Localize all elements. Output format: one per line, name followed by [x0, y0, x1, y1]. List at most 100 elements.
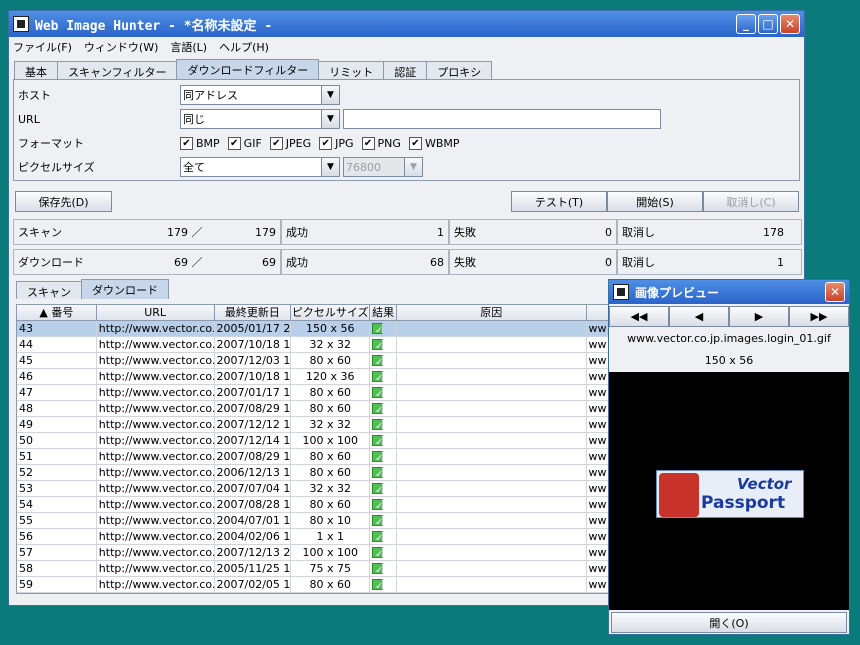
- format-row: フォーマット ✔ BMP ✔ GIF ✔ JPEG ✔ JPG ✔ PNG ✔ WBMP: [14, 131, 799, 155]
- settings-tabs: 基本 スキャンフィルター ダウンロードフィルター リミット 認証 プロキシ: [9, 59, 804, 79]
- cancel-button: 取消し(C): [703, 191, 799, 212]
- cell-url: http://www.vector.co...: [98, 417, 215, 432]
- pixel-label: ピクセルサイズ: [18, 161, 95, 174]
- success-check-icon: ✓: [372, 355, 384, 366]
- menu-window[interactable]: ウィンドウ(W): [84, 39, 158, 55]
- success-check-icon: ✓: [372, 579, 384, 590]
- check-icon: ✔: [269, 136, 283, 150]
- tab-auth[interactable]: 認証: [383, 61, 428, 79]
- col-modified[interactable]: 最終更新日: [215, 305, 292, 320]
- format-png-checkbox[interactable]: ✔ PNG: [361, 136, 401, 150]
- start-button[interactable]: 開始(S): [607, 191, 703, 212]
- last-button[interactable]: ▶▶: [789, 306, 849, 327]
- format-gif-checkbox[interactable]: ✔ GIF: [227, 136, 262, 150]
- close-button[interactable]: ✕: [780, 14, 800, 34]
- url-row: URL 同じ ▼: [14, 107, 799, 131]
- cell-pixel-size: 80 x 60: [291, 385, 371, 400]
- format-jpeg-checkbox[interactable]: ✔ JPEG: [269, 136, 311, 150]
- cell-modified: 2007/12/13 2...: [216, 545, 292, 560]
- pixel-size-combo: 76800 ▼: [343, 157, 423, 177]
- cell-url: http://www.vector.co...: [98, 385, 215, 400]
- cell-modified: 2004/02/06 1...: [216, 529, 292, 544]
- cell-reason: [397, 353, 587, 368]
- cell-reason: [397, 465, 587, 480]
- cell-url: http://www.vector.co...: [98, 561, 215, 576]
- download-cancel: 取消し 1: [622, 255, 784, 270]
- menu-help[interactable]: ヘルプ(H): [219, 39, 269, 55]
- first-button[interactable]: ◀◀: [609, 306, 669, 327]
- cell-reason: [397, 497, 587, 512]
- tab-download-filter[interactable]: ダウンロードフィルター: [176, 59, 320, 79]
- open-button[interactable]: 開く(O): [611, 612, 847, 633]
- prev-button[interactable]: ◀: [669, 306, 729, 327]
- col-url[interactable]: URL: [97, 305, 215, 320]
- cell-modified: 2007/12/14 1...: [216, 433, 292, 448]
- host-combo[interactable]: 同アドレス ▼: [180, 85, 340, 105]
- cell-url: http://www.vector.co...: [98, 369, 215, 384]
- col-reason[interactable]: 原因: [397, 305, 587, 320]
- preview-image-area: Vector Passport: [609, 372, 849, 610]
- cell-reason: [397, 529, 587, 544]
- tab-scan-filter[interactable]: スキャンフィルター: [57, 61, 178, 79]
- col-result[interactable]: 結果: [370, 305, 398, 320]
- menu-file[interactable]: ファイル(F): [13, 39, 72, 55]
- tab-scan[interactable]: スキャン: [16, 281, 82, 299]
- cell-pixel-size: 150 x 56: [291, 321, 371, 336]
- format-jpg-checkbox[interactable]: ✔ JPG: [319, 136, 354, 150]
- menu-language[interactable]: 言語(L): [170, 39, 207, 55]
- save-location-button[interactable]: 保存先(D): [15, 191, 112, 212]
- download-success: 成功 68: [282, 250, 450, 274]
- check-icon: ✔: [180, 136, 193, 150]
- tab-download[interactable]: ダウンロード: [81, 279, 169, 299]
- success-check-icon: ✓: [372, 451, 384, 462]
- cell-reason: [397, 449, 587, 464]
- format-wbmp-checkbox[interactable]: ✔ WBMP: [408, 136, 459, 150]
- chevron-down-icon: ▼: [321, 86, 339, 104]
- tab-proxy[interactable]: プロキシ: [426, 61, 493, 79]
- cell-modified: 2007/08/29 1...: [216, 401, 292, 416]
- cell-modified: 2007/08/29 1...: [216, 449, 292, 464]
- col-number[interactable]: ▲ 番号: [17, 305, 97, 320]
- minimize-button[interactable]: _: [736, 14, 756, 34]
- tab-basic[interactable]: 基本: [14, 61, 58, 79]
- cell-pixel-size: 80 x 60: [291, 465, 371, 480]
- cell-pixel-size: 100 x 100: [291, 545, 371, 560]
- close-button[interactable]: ✕: [825, 282, 845, 302]
- result-cell: ✓: [370, 465, 398, 480]
- url-text-field[interactable]: [343, 109, 661, 129]
- check-icon: ✔: [361, 136, 375, 150]
- result-cell: ✓: [370, 369, 398, 384]
- maximize-button[interactable]: □: [758, 14, 778, 34]
- cell-modified: 2007/10/18 1...: [216, 369, 292, 384]
- result-cell: ✓: [370, 353, 398, 368]
- col-pixel-size[interactable]: ピクセルサイズ: [291, 305, 371, 320]
- scan-cancel: 取消し 178: [622, 225, 784, 240]
- result-cell: ✓: [370, 321, 398, 336]
- pixel-combo[interactable]: 全て ▼: [180, 157, 340, 177]
- cell-url: http://www.vector.co...: [98, 337, 215, 352]
- result-cell: ✓: [370, 481, 398, 496]
- main-titlebar[interactable]: Web Image Hunter - *名称未設定 - _ □ ✕: [9, 11, 804, 37]
- result-cell: ✓: [370, 497, 398, 512]
- cell-pixel-size: 80 x 60: [291, 577, 371, 592]
- preview-nav: ◀◀ ◀ ▶ ▶▶: [609, 306, 849, 328]
- success-check-icon: ✓: [372, 435, 384, 446]
- preview-titlebar[interactable]: 画像プレビュー ✕: [609, 280, 849, 304]
- success-check-icon: ✓: [372, 323, 384, 334]
- tab-limit[interactable]: リミット: [318, 61, 385, 79]
- test-button[interactable]: テスト(T): [511, 191, 607, 212]
- cell-number: 55: [17, 513, 97, 528]
- next-button[interactable]: ▶: [729, 306, 789, 327]
- check-icon: ✔: [319, 136, 333, 150]
- cell-reason: [397, 433, 587, 448]
- cell-modified: 2006/12/13 1...: [216, 465, 292, 480]
- result-tabs: スキャン ダウンロード: [11, 279, 169, 299]
- cell-number: 56: [17, 529, 97, 544]
- url-combo[interactable]: 同じ ▼: [180, 109, 340, 129]
- result-cell: ✓: [370, 417, 398, 432]
- cell-reason: [397, 417, 587, 432]
- cell-pixel-size: 80 x 10: [291, 513, 371, 528]
- filter-panel: ホスト 同アドレス ▼ URL 同じ ▼ フォーマット ✔ BMP ✔ GIF ✔ J…: [13, 79, 800, 181]
- format-bmp-checkbox[interactable]: ✔ BMP: [180, 136, 220, 150]
- cell-reason: [397, 369, 587, 384]
